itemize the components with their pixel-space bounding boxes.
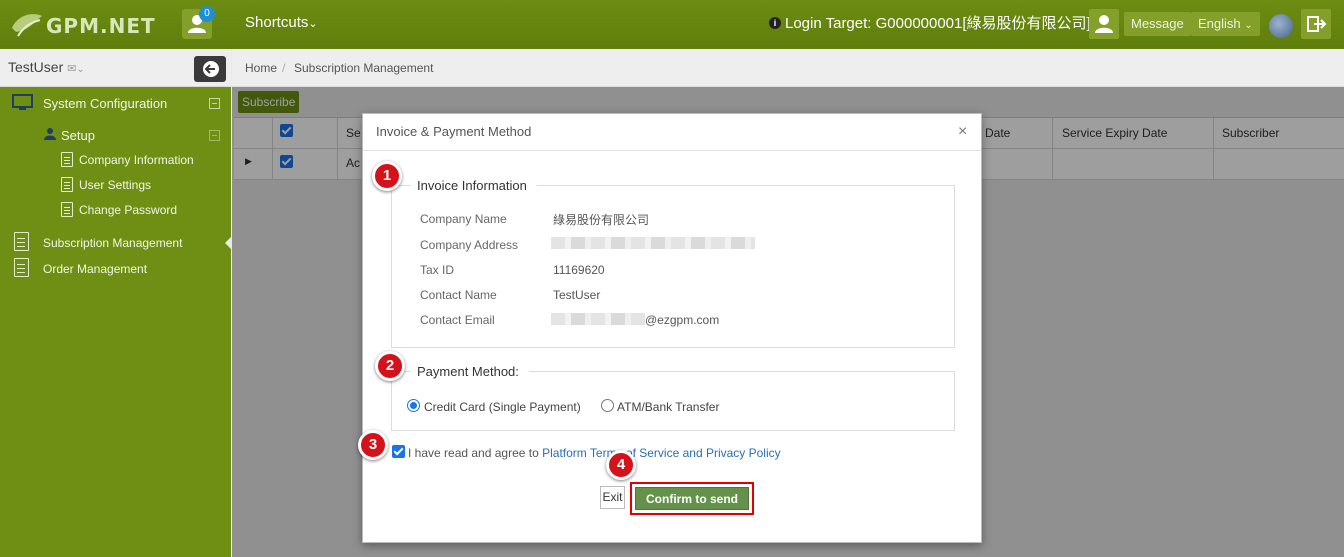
step-marker-3: 3 [358,430,388,460]
invoice-payment-dialog: Invoice & Payment Method × Invoice Infor… [362,113,982,543]
leaf-logo-icon [12,14,42,37]
credit-card-radio[interactable] [407,399,420,412]
payment-method-legend: Payment Method: [411,364,529,379]
sidebar-username[interactable]: TestUser ✉⌄ [8,59,85,75]
agree-terms-checkbox[interactable] [392,445,405,458]
breadcrumb: Home / Subscription Management [232,49,1344,87]
sidebar-item-label: System Configuration [43,96,168,111]
breadcrumb-current: Subscription Management [294,61,434,75]
top-navbar: GPM.NET 0 Shortcuts⌄ i Login Target: G000… [0,0,1344,49]
chevron-down-icon: ⌄ [76,64,85,75]
step-marker-2: 2 [375,351,405,381]
document-icon [14,258,29,277]
login-target-text: Login Target: G000000001[綠易股份有限公司] [785,15,1091,32]
dialog-title: Invoice & Payment Method [376,124,532,139]
contact-email-redacted [551,313,645,325]
close-icon[interactable]: × [958,123,967,141]
user-icon [1095,15,1113,33]
collapse-icon [209,130,220,141]
confirm-highlight-box: Confirm to send out [630,482,754,529]
credit-card-label: Credit Card (Single Payment) [424,400,581,414]
logo-text: GPM.NET [46,14,156,38]
sidebar: TestUser ✉⌄ System Configuration Setup C… [0,49,231,557]
contact-name-value: TestUser [553,288,601,302]
arrow-left-circle-icon [203,61,219,77]
breadcrumb-separator: / [282,61,286,75]
sidebar-item-label: Setup [61,128,95,143]
tax-id-label: Tax ID [420,263,455,277]
company-address-redacted [551,237,755,249]
logout-button[interactable] [1301,9,1331,39]
app-logo[interactable]: GPM.NET [10,10,165,40]
agreement-text: I have read and agree to Platform Terms … [408,446,781,460]
profile-button[interactable] [1089,9,1119,39]
dialog-header: Invoice & Payment Method × [363,114,981,151]
active-indicator-arrow [225,237,231,249]
document-icon [61,152,73,167]
shortcuts-menu[interactable]: Shortcuts⌄ [245,14,318,31]
notification-badge: 0 [199,6,215,22]
company-name-label: Company Name [420,212,507,226]
atm-transfer-radio[interactable] [601,399,614,412]
sidebar-item-label: Company Information [79,153,194,167]
sidebar-item-label: Change Password [79,203,178,217]
contact-email-label: Contact Email [420,313,495,327]
language-select[interactable]: English ⌄ [1191,12,1260,36]
language-label: English [1198,16,1241,31]
sidebar-user-panel: TestUser ✉⌄ [0,49,231,87]
invoice-information-legend: Invoice Information [411,178,537,193]
document-icon [61,202,73,217]
message-button[interactable]: Message [1124,12,1191,36]
chevron-down-icon: ⌄ [308,18,318,30]
contact-name-label: Contact Name [420,288,497,302]
atm-transfer-label: ATM/Bank Transfer [617,400,720,414]
step-marker-4: 4 [606,450,636,480]
info-icon: i [769,17,781,29]
chevron-down-icon: ⌄ [1244,20,1253,31]
sidebar-item-label: Subscription Management [43,236,183,250]
monitor-icon [12,94,33,110]
sidebar-item-label: User Settings [79,178,152,192]
login-target: i Login Target: G000000001[綠易股份有限公司] [769,12,1091,33]
document-icon [61,177,73,192]
company-address-label: Company Address [420,238,519,252]
globe-icon[interactable] [1269,14,1293,38]
confirm-send-button[interactable]: Confirm to send out [635,487,749,529]
sidebar-item-label: Order Management [43,262,148,276]
step-marker-1: 1 [372,161,402,191]
breadcrumb-home[interactable]: Home [245,61,277,75]
document-icon [14,232,29,251]
sidebar-collapse-button[interactable] [194,56,226,82]
shortcuts-label: Shortcuts [245,14,309,31]
users-icon [44,128,56,140]
company-name-value: 綠易股份有限公司 [553,213,650,227]
terms-link[interactable]: Platform Terms of Service and Privacy Po… [542,446,781,460]
exit-button[interactable]: Exit [600,486,625,509]
contact-email-domain: @ezgpm.com [645,313,720,327]
tax-id-value: 11169620 [553,263,605,277]
logout-icon [1307,16,1327,32]
collapse-icon [209,98,220,109]
envelope-icon: ✉ [67,63,77,75]
